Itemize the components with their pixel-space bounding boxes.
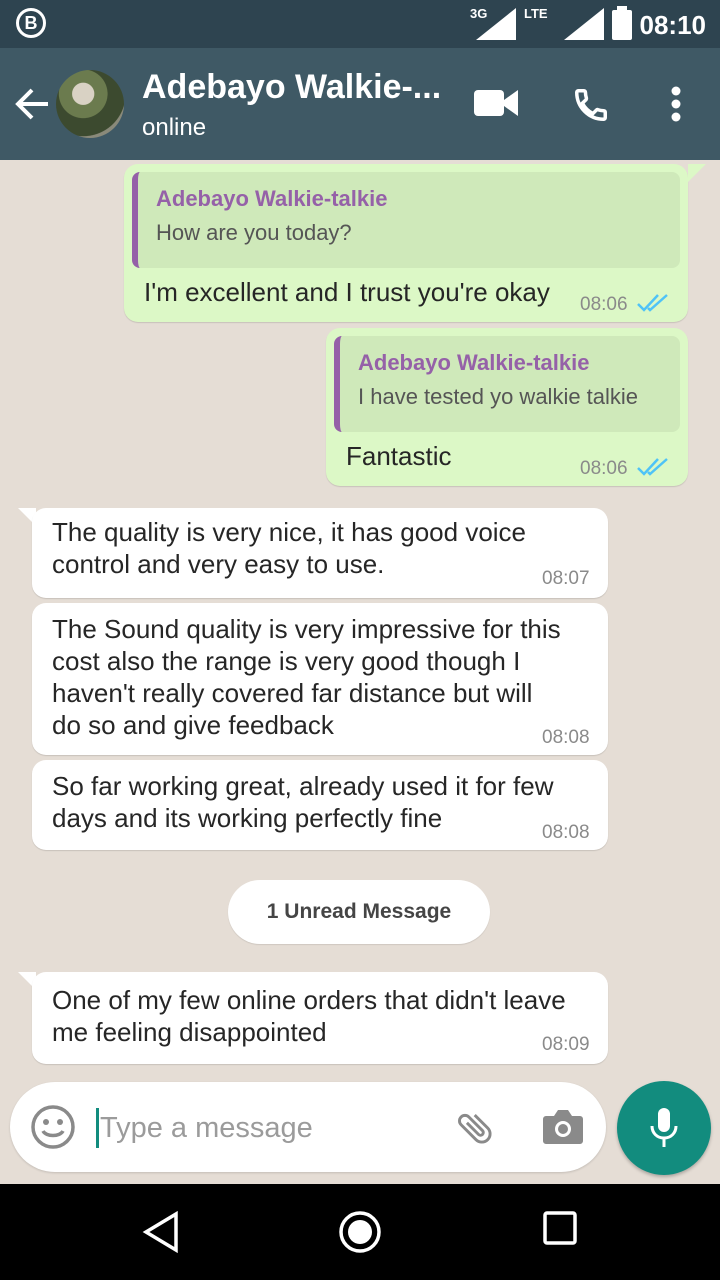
- quoted-text: I have tested yo walkie talkie: [358, 384, 639, 409]
- message-text: The quality is very nice, it has good vo…: [52, 516, 526, 580]
- incoming-message[interactable]: The Sound quality is very impressive for…: [32, 603, 608, 755]
- message-line: days and its working perfectly fine: [52, 803, 443, 833]
- read-receipt-icon: [637, 294, 668, 312]
- message-time: 08:08: [542, 822, 590, 843]
- message-text: Fantastic: [346, 441, 452, 471]
- chat-header: Adebayo Walkie-... online: [0, 48, 720, 160]
- quoted-message[interactable]: Adebayo Walkie-talkie I have tested yo w…: [334, 336, 680, 432]
- message-text: So far working great, already used it fo…: [52, 770, 553, 834]
- message-line: cost also the range is very good though …: [52, 646, 521, 676]
- more-options-icon[interactable]: [670, 86, 682, 122]
- contact-status: online: [142, 114, 207, 141]
- message-line: One of my few online orders that didn't …: [52, 985, 566, 1015]
- video-call-icon[interactable]: [474, 86, 518, 120]
- message-line: control and very easy to use.: [52, 549, 385, 579]
- message-time: 08:06: [580, 458, 628, 479]
- message-text: The Sound quality is very impressive for…: [52, 613, 561, 741]
- message-line: The Sound quality is very impressive for…: [52, 614, 561, 644]
- outgoing-message[interactable]: Adebayo Walkie-talkie How are you today?…: [124, 164, 688, 322]
- back-arrow-icon[interactable]: [14, 86, 50, 122]
- quoted-sender: Adebayo Walkie-talkie: [156, 186, 388, 211]
- message-line: The quality is very nice, it has good vo…: [52, 517, 527, 547]
- camera-icon[interactable]: [542, 1106, 584, 1146]
- read-receipt-icon: [637, 458, 668, 476]
- battery-icon: [612, 6, 632, 40]
- app-badge-icon: B: [16, 8, 46, 38]
- status-bar: B 3G LTE 08:10: [0, 0, 720, 48]
- phone-call-icon[interactable]: [572, 86, 610, 124]
- message-line: me feeling disappointed: [52, 1017, 327, 1047]
- chat-area[interactable]: Adebayo Walkie-talkie How are you today?…: [0, 160, 720, 1084]
- contact-name[interactable]: Adebayo Walkie-...: [142, 68, 441, 107]
- system-nav-bar: [0, 1184, 720, 1280]
- message-input[interactable]: Type a message: [100, 1112, 313, 1145]
- message-line: haven't really covered far distance but …: [52, 678, 533, 708]
- quoted-sender: Adebayo Walkie-talkie: [358, 350, 590, 375]
- emoji-icon[interactable]: [30, 1104, 76, 1150]
- nav-back-icon[interactable]: [142, 1210, 182, 1254]
- nav-home-icon[interactable]: [338, 1210, 382, 1254]
- avatar[interactable]: [56, 70, 124, 138]
- voice-message-button[interactable]: [617, 1081, 711, 1175]
- message-time: 08:07: [542, 568, 590, 589]
- bubble-tail: [688, 164, 706, 182]
- message-time: 08:06: [580, 294, 628, 315]
- nav-recents-icon[interactable]: [542, 1210, 578, 1246]
- clock: 08:10: [639, 10, 707, 40]
- incoming-message[interactable]: The quality is very nice, it has good vo…: [32, 508, 608, 598]
- message-composer[interactable]: Type a message: [10, 1082, 606, 1172]
- message-line: So far working great, already used it fo…: [52, 771, 554, 801]
- quoted-message[interactable]: Adebayo Walkie-talkie How are you today?: [132, 172, 680, 268]
- outgoing-message[interactable]: Adebayo Walkie-talkie I have tested yo w…: [326, 328, 688, 486]
- signal-icon-2: [564, 8, 604, 40]
- network-lte-label: LTE: [524, 6, 548, 21]
- microphone-icon: [650, 1108, 678, 1147]
- attach-icon[interactable]: [454, 1106, 498, 1150]
- message-time: 08:09: [542, 1034, 590, 1055]
- signal-icon: [476, 8, 516, 40]
- text-cursor: [96, 1108, 99, 1148]
- incoming-message[interactable]: So far working great, already used it fo…: [32, 760, 608, 850]
- quoted-text: How are you today?: [156, 220, 352, 245]
- message-text: I'm excellent and I trust you're okay: [144, 277, 550, 307]
- unread-banner: 1 Unread Message: [228, 880, 490, 944]
- incoming-message[interactable]: One of my few online orders that didn't …: [32, 972, 608, 1064]
- message-line: do so and give feedback: [52, 710, 334, 740]
- message-time: 08:08: [542, 727, 590, 748]
- message-text: One of my few online orders that didn't …: [52, 984, 566, 1048]
